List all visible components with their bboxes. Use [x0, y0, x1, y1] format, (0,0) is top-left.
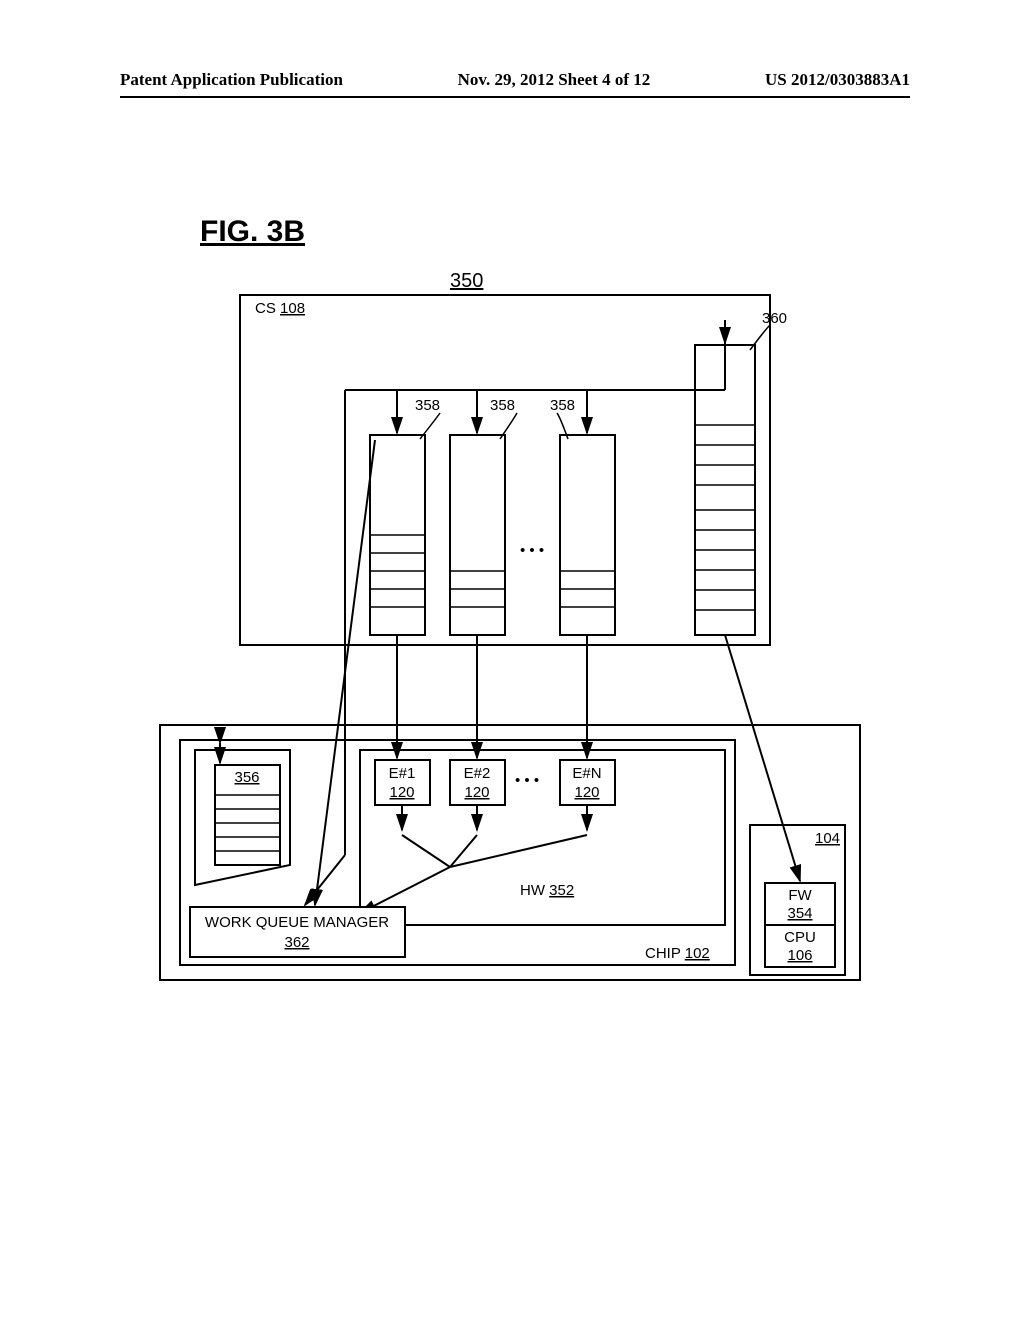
- engine-2: E#2 120: [450, 760, 505, 805]
- ref-104: 104: [815, 830, 840, 847]
- ref-358-2: 358: [490, 397, 515, 414]
- cs-label: CS 108: [255, 300, 305, 317]
- wqm-line1: WORK QUEUE MANAGER: [205, 914, 389, 931]
- engine-n: E#N 120: [560, 760, 615, 805]
- hw-label: HW 352: [520, 882, 574, 899]
- cpu-ref: 106: [787, 947, 812, 964]
- svg-text:E#N: E#N: [572, 765, 601, 782]
- header-right: US 2012/0303883A1: [765, 70, 910, 90]
- header-left: Patent Application Publication: [120, 70, 343, 90]
- svg-text:120: 120: [464, 784, 489, 801]
- svg-text:120: 120: [389, 784, 414, 801]
- engine-dots: • • •: [515, 772, 539, 789]
- header-center: Nov. 29, 2012 Sheet 4 of 12: [458, 70, 651, 90]
- fw-ref: 354: [787, 905, 812, 922]
- svg-text:E#1: E#1: [389, 765, 416, 782]
- ref-358-1: 358: [415, 397, 440, 414]
- wqm-line2: 362: [284, 934, 309, 951]
- page-header: Patent Application Publication Nov. 29, …: [120, 70, 910, 98]
- engine-1: E#1 120: [375, 760, 430, 805]
- queue-dots: • • •: [520, 542, 544, 559]
- svg-text:E#2: E#2: [464, 765, 491, 782]
- ref-360: 360: [762, 310, 787, 327]
- chip-label: CHIP 102: [645, 945, 710, 962]
- ref-356: 356: [234, 769, 259, 786]
- queue-358-1: [370, 435, 425, 635]
- queue-358-3: [560, 435, 615, 635]
- fw-label: FW: [788, 887, 812, 904]
- cpu-label: CPU: [784, 929, 816, 946]
- figure-title: FIG. 3B: [200, 215, 305, 249]
- diagram: CS 108 360 358 358: [150, 295, 870, 995]
- svg-text:120: 120: [574, 784, 599, 801]
- queue-358-2: [450, 435, 505, 635]
- header-rule: [120, 96, 910, 98]
- ref-358-3: 358: [550, 397, 575, 414]
- ref-350: 350: [450, 270, 483, 293]
